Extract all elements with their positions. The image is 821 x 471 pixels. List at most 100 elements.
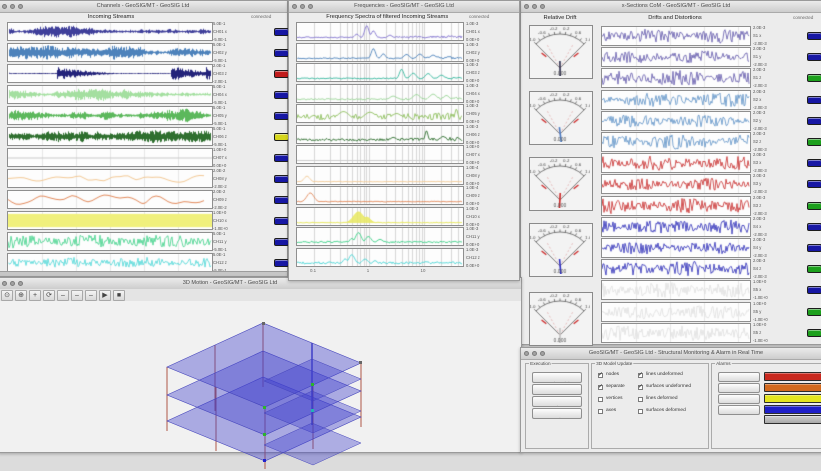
checkbox-vertices[interactable]	[598, 397, 603, 402]
status-led-blue[interactable]	[807, 96, 821, 104]
checkbox-label: surfaces deformed	[646, 407, 686, 412]
zoom-icon[interactable]	[308, 4, 313, 9]
spectrum-canvas	[297, 64, 463, 81]
status-led-yellow[interactable]	[274, 133, 289, 141]
minimize-icon[interactable]	[300, 4, 305, 9]
alarm-reset-button[interactable]: Reset	[718, 372, 760, 382]
status-led-blue[interactable]	[807, 53, 821, 61]
scale-max-label: 5.0E-1	[213, 127, 227, 131]
status-led-blue[interactable]	[274, 217, 289, 225]
pan-tool-icon[interactable]: +	[29, 290, 41, 301]
spectra-titlebar[interactable]: Frequencies - GeoSIG/MT - GeoSIG Ltd	[289, 1, 519, 13]
stop-button-icon[interactable]: ■	[113, 290, 125, 301]
status-led-blue[interactable]	[807, 286, 821, 294]
drift-trace-row: 2.0E-3S2 y-2.0E-3	[521, 110, 821, 131]
traffic-lights[interactable]	[524, 351, 545, 356]
traffic-lights[interactable]	[2, 4, 23, 9]
checkbox-nodes[interactable]	[598, 373, 603, 378]
zoom-icon[interactable]	[540, 351, 545, 356]
checkbox-row: lines deformed	[638, 396, 706, 404]
sections-titlebar[interactable]: x-Sections CoM - GeoSIG/MT - GeoSIG Ltd	[521, 1, 821, 13]
alarm-reset-button[interactable]: Reset	[718, 394, 760, 404]
status-led-blue[interactable]	[807, 32, 821, 40]
status-led-green[interactable]	[807, 329, 821, 337]
start-button[interactable]: Start	[532, 384, 582, 395]
drift-trace-row: 2.0E-3S1 x-2.0E-3	[521, 25, 821, 46]
waveform-plot	[7, 169, 213, 188]
status-led-blue[interactable]	[807, 244, 821, 252]
drift-waveform-canvas	[602, 154, 750, 172]
zoom-tool-icon[interactable]: ⊕	[15, 290, 27, 301]
drift-waveform-canvas	[602, 239, 750, 257]
checkbox-axes[interactable]	[598, 409, 603, 414]
checkbox-surfaces-undeformed[interactable]	[638, 385, 643, 390]
status-led-red[interactable]	[274, 70, 289, 78]
axis-y-toggle[interactable]: ‒	[71, 290, 83, 301]
drift-waveform-plot	[601, 217, 751, 237]
checkbox-lines-undeformed[interactable]	[638, 373, 643, 378]
minimize-icon[interactable]	[532, 351, 537, 356]
traffic-lights[interactable]	[292, 4, 313, 9]
close-icon[interactable]	[2, 4, 7, 9]
axis-x-toggle[interactable]: ‒	[57, 290, 69, 301]
3d-viewport[interactable]	[0, 301, 521, 452]
close-icon[interactable]	[524, 4, 529, 9]
checkbox-separate[interactable]	[598, 385, 603, 390]
minimize-icon[interactable]	[10, 4, 15, 9]
start-stop-button[interactable]: Start / Stop	[532, 396, 582, 407]
drift-waveform-canvas	[602, 112, 750, 130]
status-led-green[interactable]	[807, 202, 821, 210]
status-led-blue[interactable]	[807, 180, 821, 188]
close-icon[interactable]	[2, 281, 7, 286]
status-led-blue[interactable]	[274, 49, 289, 57]
rotate-tool-icon[interactable]: ⟳	[43, 290, 55, 301]
zoom-icon[interactable]	[18, 281, 23, 286]
waveform-canvas	[8, 23, 212, 40]
status-led-blue[interactable]	[274, 91, 289, 99]
status-led-blue[interactable]	[807, 117, 821, 125]
minimize-icon[interactable]	[532, 4, 537, 9]
control-titlebar[interactable]: GeoSIG/MT - GeoSIG Ltd - Structural Moni…	[521, 348, 821, 360]
quit-button[interactable]: Quit	[532, 408, 582, 419]
status-led-blue[interactable]	[274, 175, 289, 183]
status-led-blue[interactable]	[807, 159, 821, 167]
play-button-icon[interactable]: ▶	[99, 290, 111, 301]
status-led-blue[interactable]	[274, 112, 289, 120]
channels-titlebar[interactable]: Channels - GeoSIG/MT - GeoSIG Ltd	[0, 1, 287, 13]
alarm-acknowledge-bar[interactable]	[764, 415, 821, 424]
checkbox-lines-deformed[interactable]	[638, 397, 643, 402]
status-led-blue[interactable]	[807, 223, 821, 231]
zoom-icon[interactable]	[18, 4, 23, 9]
zoom-icon[interactable]	[540, 4, 545, 9]
drift-waveform-canvas	[602, 91, 750, 109]
minimize-icon[interactable]	[10, 281, 15, 286]
status-led-blue[interactable]	[274, 259, 289, 267]
alarm-reset-button[interactable]: Reset	[718, 383, 760, 393]
spectrum-plot	[296, 84, 464, 103]
checkbox-surfaces-deformed[interactable]	[638, 409, 643, 414]
drift-waveform-plot	[601, 174, 751, 194]
scale-max-label: 2.0E-3	[753, 196, 767, 200]
status-led-green[interactable]	[807, 138, 821, 146]
status-led-blue[interactable]	[274, 196, 289, 204]
select-tool-icon[interactable]: ⊙	[1, 290, 13, 301]
drift-waveform-plot	[601, 153, 751, 173]
alarm-reset-button[interactable]: Reset	[718, 405, 760, 415]
close-icon[interactable]	[524, 351, 529, 356]
status-led-blue[interactable]	[274, 154, 289, 162]
status-led-green[interactable]	[807, 265, 821, 273]
status-led-green[interactable]	[807, 74, 821, 82]
traffic-lights[interactable]	[2, 281, 23, 286]
status-led-blue[interactable]	[274, 238, 289, 246]
status-led-blue[interactable]	[274, 28, 289, 36]
scale-min-label: 0.0E+0	[466, 264, 480, 268]
scale-max-label: 1.0E-3	[466, 125, 480, 129]
axis-z-toggle[interactable]: ‒	[85, 290, 97, 301]
traffic-lights[interactable]	[524, 4, 545, 9]
load-model-button[interactable]: Load Model	[532, 372, 582, 383]
drift-waveform-plot	[601, 302, 751, 322]
close-icon[interactable]	[292, 4, 297, 9]
status-led-green[interactable]	[807, 308, 821, 316]
spectrum-plot	[296, 43, 464, 62]
trace-row: 5.0E-1CH04 x-5.0E-1	[0, 84, 287, 105]
